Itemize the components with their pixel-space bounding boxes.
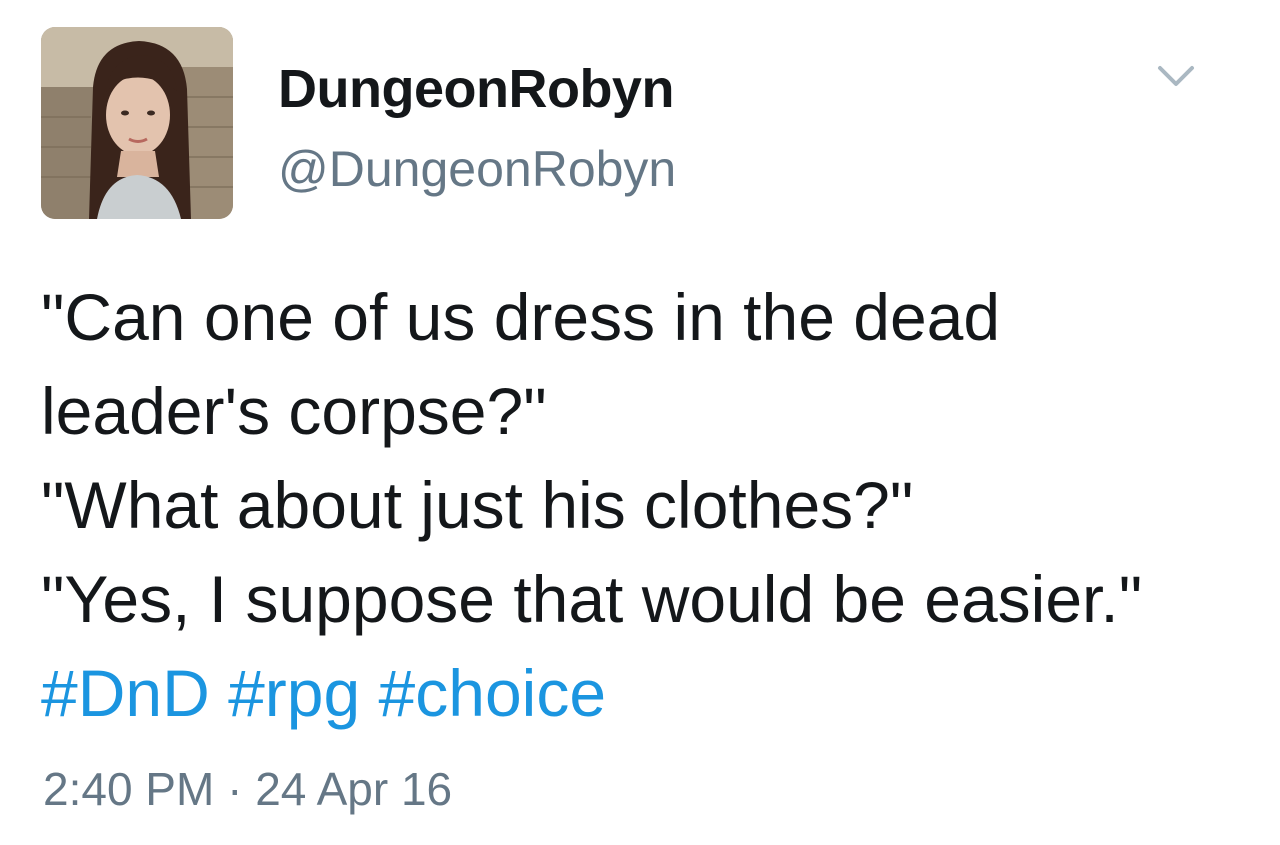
hashtag-choice[interactable]: #choice (379, 656, 607, 730)
hashtag-dnd[interactable]: #DnD (41, 656, 210, 730)
username-handle[interactable]: @DungeonRobyn (278, 140, 676, 198)
profile-photo (41, 27, 233, 219)
tweet-timestamp[interactable]: 2:40 PM · 24 Apr 16 (43, 762, 452, 816)
tweet-text-line: "Can one of us dress in the dead (41, 280, 1001, 354)
avatar[interactable] (41, 27, 233, 219)
tweet-text-line: "Yes, I suppose that would be easier." (41, 562, 1143, 636)
tweet-text-line: leader's corpse?" (41, 374, 547, 448)
hashtag-rpg[interactable]: #rpg (228, 656, 360, 730)
display-name[interactable]: DungeonRobyn (278, 58, 674, 120)
tweet-text: "Can one of us dress in the dead leader'… (41, 270, 1261, 740)
chevron-down-icon[interactable] (1152, 60, 1200, 96)
tweet-text-line: "What about just his clothes?" (41, 468, 914, 542)
hashtag-list: #DnD #rpg #choice (41, 646, 1261, 740)
